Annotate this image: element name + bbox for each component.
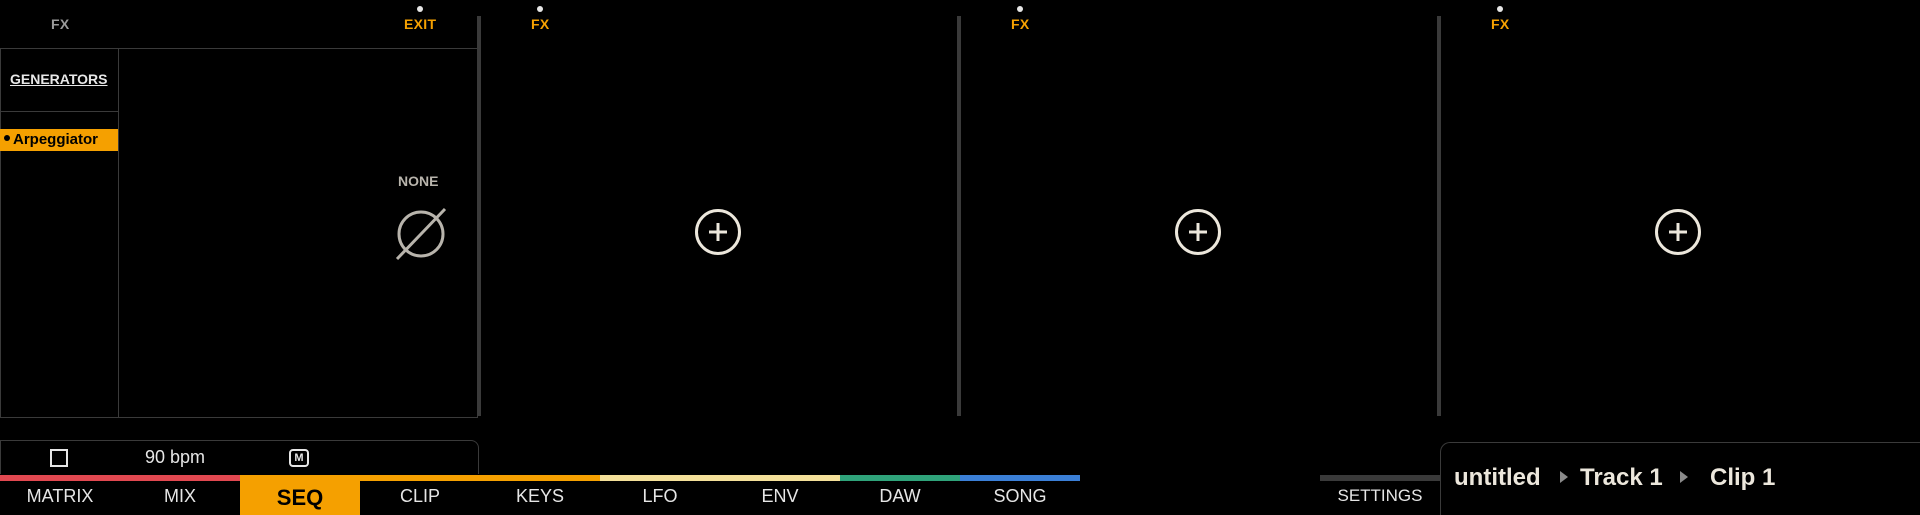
settings-button[interactable]: SETTINGS	[1320, 481, 1440, 511]
tab-lfo[interactable]: LFO	[600, 481, 720, 515]
fx-indicator-dot	[1497, 6, 1503, 12]
breadcrumb-clip[interactable]: Clip 1	[1710, 464, 1775, 492]
tab-song[interactable]: SONG	[960, 481, 1080, 515]
fx-button-col2[interactable]: FX	[531, 16, 550, 32]
empty-slot-label: NONE	[398, 173, 439, 189]
tab-daw[interactable]: DAW	[840, 481, 960, 515]
breadcrumb-track[interactable]: Track 1	[1580, 464, 1663, 492]
tab-clip[interactable]: CLIP	[360, 481, 480, 515]
column-separator	[1437, 16, 1441, 416]
tab-mix[interactable]: MIX	[120, 481, 240, 515]
fx-button-col3[interactable]: FX	[1011, 16, 1030, 32]
tab-matrix[interactable]: MATRIX	[0, 481, 120, 515]
chevron-right-icon	[1560, 471, 1568, 483]
exit-indicator-dot	[417, 6, 423, 12]
exit-button[interactable]: EXIT	[404, 16, 436, 32]
breadcrumb-project[interactable]: untitled	[1454, 464, 1541, 492]
fx-button-col4[interactable]: FX	[1491, 16, 1510, 32]
metronome-button[interactable]: M	[289, 449, 309, 467]
transport-bar	[0, 440, 479, 474]
empty-set-icon[interactable]	[393, 205, 449, 261]
generator-item-arpeggiator[interactable]: Arpeggiator	[0, 129, 118, 151]
stop-button[interactable]	[50, 449, 68, 467]
tempo-display[interactable]: 90 bpm	[145, 447, 205, 468]
fx-indicator-dot	[1017, 6, 1023, 12]
selected-bullet-icon	[4, 135, 10, 142]
tab-seq[interactable]: SEQ	[240, 481, 360, 515]
add-device-button[interactable]	[1655, 209, 1701, 255]
generator-item-label: Arpeggiator	[13, 131, 99, 148]
chevron-right-icon	[1680, 471, 1688, 483]
tab-keys[interactable]: KEYS	[480, 481, 600, 515]
fx-tab-label[interactable]: FX	[51, 16, 70, 32]
add-device-button[interactable]	[1175, 209, 1221, 255]
add-device-button[interactable]	[695, 209, 741, 255]
tab-env[interactable]: ENV	[720, 481, 840, 515]
header-divider	[0, 111, 119, 112]
column-separator	[957, 16, 961, 416]
generators-title[interactable]: GENERATORS	[10, 71, 108, 87]
panel-divider	[118, 48, 119, 418]
fx-indicator-dot	[537, 6, 543, 12]
